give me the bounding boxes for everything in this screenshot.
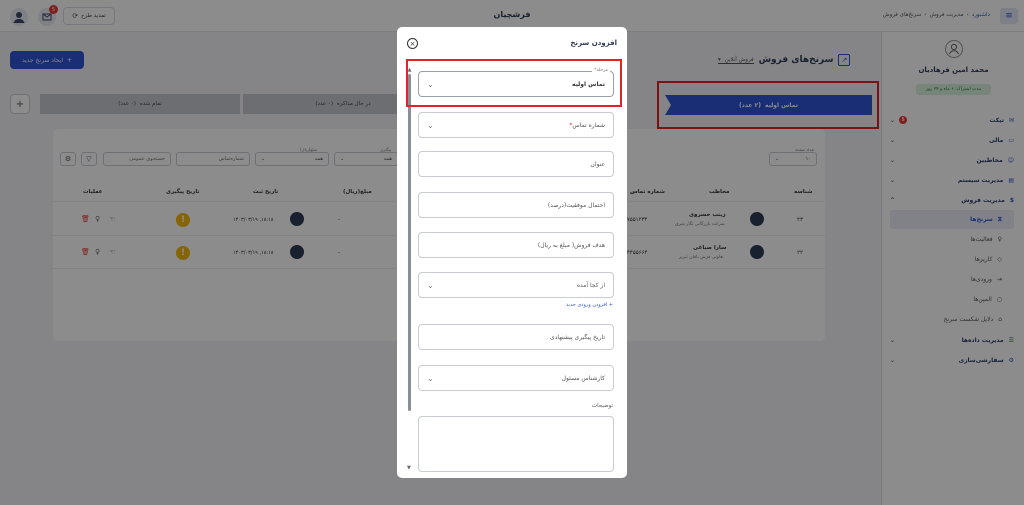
- scroll-down-icon[interactable]: ▼: [407, 465, 411, 471]
- expert-select[interactable]: ⌄ کارشناس مسئول: [418, 365, 614, 391]
- sales-goal-input[interactable]: هدف فروش( مبلغ به ریال): [418, 232, 614, 258]
- description-label: توضیحات: [591, 403, 613, 409]
- source-select-placeholder: از کجا آمده: [576, 281, 605, 289]
- chevron-down-icon: ⌄: [427, 373, 434, 383]
- sales-goal-placeholder: هدف فروش( مبلغ به ریال): [537, 241, 605, 249]
- chevron-down-icon: ⌄: [427, 120, 434, 130]
- stage-select[interactable]: ⌄ تماس اولیه: [418, 71, 614, 97]
- source-select[interactable]: ⌄ از کجا آمده: [418, 272, 614, 298]
- followup-date-placeholder: تاریخ پیگیری پیشنهادی: [550, 333, 605, 341]
- expert-select-placeholder: کارشناس مسئول: [561, 374, 605, 382]
- stage-select-value: تماس اولیه: [571, 80, 605, 88]
- chevron-down-icon: ⌄: [427, 79, 434, 89]
- description-textarea[interactable]: [418, 416, 614, 472]
- close-icon[interactable]: ×: [407, 38, 418, 49]
- scrollbar-thumb[interactable]: [408, 74, 411, 411]
- add-lead-modal: × افزودن سرنخ ▲ ▼ ⌄ تماس اولیه مرحله* ⌄ …: [397, 27, 627, 478]
- modal-title: افزودن سرنخ: [570, 39, 617, 47]
- chevron-down-icon: ⌄: [427, 280, 434, 290]
- followup-date-input[interactable]: تاریخ پیگیری پیشنهادی: [418, 324, 614, 350]
- phone-select[interactable]: ⌄ شماره تماس*: [418, 112, 614, 138]
- modal-scrollbar[interactable]: ▲ ▼: [407, 67, 412, 471]
- stage-label: مرحله*: [592, 68, 610, 73]
- probability-placeholder: احتمال موفقیت(درصد): [547, 201, 605, 209]
- phone-select-placeholder: شماره تماس: [572, 121, 605, 129]
- title-input-placeholder: عنوان: [590, 160, 605, 168]
- title-input[interactable]: عنوان: [418, 151, 614, 177]
- add-source-link[interactable]: + افزودن ورودی جدید: [566, 302, 613, 308]
- stage-label-text: مرحله: [596, 68, 608, 73]
- probability-input[interactable]: احتمال موفقیت(درصد): [418, 192, 614, 218]
